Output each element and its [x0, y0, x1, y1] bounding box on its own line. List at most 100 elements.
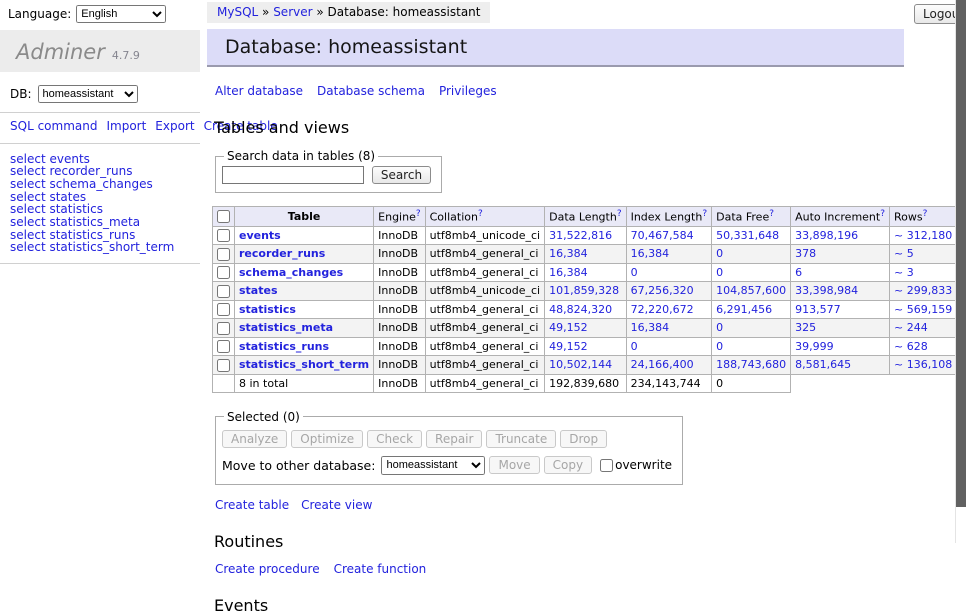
- table-name-link[interactable]: statistics_runs: [239, 340, 329, 353]
- adminer-version[interactable]: 4.7.9: [112, 49, 140, 62]
- column-header-table: Table: [235, 207, 374, 227]
- rows-count-cell: ~ 136,108: [890, 356, 957, 375]
- help-icon[interactable]: ?: [769, 209, 774, 219]
- engine-cell: InnoDB: [374, 300, 425, 319]
- collation-cell: utf8mb4_general_ci: [425, 356, 544, 375]
- table-name-cell: states: [235, 282, 374, 301]
- sidebar-divider: [0, 143, 200, 144]
- sidebar: Language: English Adminer 4.7.9 DB: home…: [0, 0, 200, 264]
- collation-cell: utf8mb4_general_ci: [425, 319, 544, 338]
- search-fieldset: Search data in tables (8) Search: [215, 149, 442, 193]
- engine-cell: InnoDB: [374, 245, 425, 264]
- help-icon[interactable]: ?: [923, 209, 928, 219]
- row-checkbox[interactable]: [217, 248, 230, 261]
- sidebar-item-select-statistics-short-term[interactable]: select statistics_short_term: [10, 241, 200, 254]
- row-checkbox-cell: [213, 337, 235, 356]
- breadcrumb: MySQL » Server » Database: homeassistant: [207, 2, 490, 23]
- column-header-collation: Collation?: [425, 207, 544, 227]
- data-length-cell: 48,824,320: [545, 300, 626, 319]
- search-input[interactable]: [222, 166, 364, 184]
- row-checkbox[interactable]: [217, 229, 230, 242]
- link-create-function[interactable]: Create function: [334, 562, 427, 576]
- row-checkbox[interactable]: [217, 340, 230, 353]
- main-content: MySQL » Server » Database: homeassistant…: [207, 0, 956, 615]
- table-name-link[interactable]: states: [239, 284, 278, 297]
- scrollbar-thumb[interactable]: [956, 0, 966, 507]
- table-name-link[interactable]: statistics_meta: [239, 321, 333, 334]
- nav-link-import[interactable]: Import: [106, 119, 146, 133]
- action-link-alter-database[interactable]: Alter database: [215, 84, 303, 98]
- language-row: Language: English: [0, 0, 200, 23]
- analyze-button: Analyze: [222, 430, 287, 448]
- data-free-cell: 0: [712, 319, 791, 338]
- table-name-link[interactable]: schema_changes: [239, 266, 343, 279]
- adminer-logo[interactable]: Adminer: [16, 40, 105, 64]
- select-all-checkbox[interactable]: [217, 210, 230, 223]
- table-name-cell: recorder_runs: [235, 245, 374, 264]
- help-icon[interactable]: ?: [416, 209, 421, 219]
- auto-increment-cell: 39,999: [791, 337, 890, 356]
- nav-link-sql-command[interactable]: SQL command: [10, 119, 97, 133]
- search-button[interactable]: Search: [372, 166, 431, 184]
- action-link-database-schema[interactable]: Database schema: [317, 84, 425, 98]
- scrollbar[interactable]: [955, 0, 966, 543]
- sidebar-table-links: select eventsselect recorder_runsselect …: [10, 153, 200, 255]
- help-icon[interactable]: ?: [617, 209, 622, 219]
- row-checkbox[interactable]: [217, 285, 230, 298]
- help-icon[interactable]: ?: [880, 209, 885, 219]
- sidebar-item-select-statistics-meta[interactable]: select statistics_meta: [10, 216, 200, 229]
- footer-data-length: 192,839,680: [545, 374, 626, 392]
- overwrite-wrap: overwrite: [600, 458, 672, 472]
- link-create-view[interactable]: Create view: [301, 498, 372, 512]
- link-create-table[interactable]: Create table: [215, 498, 289, 512]
- footer-collation: utf8mb4_general_ci: [425, 374, 544, 392]
- row-checkbox[interactable]: [217, 303, 230, 316]
- truncate-button: Truncate: [486, 430, 556, 448]
- nav-link-export[interactable]: Export: [155, 119, 194, 133]
- data-length-cell: 49,152: [545, 337, 626, 356]
- create-links: Create table Create view: [215, 498, 956, 512]
- sidebar-item-select-recorder-runs[interactable]: select recorder_runs: [10, 165, 200, 178]
- data-free-cell: 0: [712, 245, 791, 264]
- breadcrumb-link[interactable]: MySQL: [217, 5, 258, 19]
- data-length-cell: 31,522,816: [545, 226, 626, 245]
- help-icon[interactable]: ?: [702, 209, 707, 219]
- rows-count-cell: ~ 299,833: [890, 282, 957, 301]
- column-header-rows: Rows?: [890, 207, 957, 227]
- header-checkbox-cell: [213, 207, 235, 227]
- row-checkbox-cell: [213, 245, 235, 264]
- column-header-engine: Engine?: [374, 207, 425, 227]
- page-title-text: Database: homeassistant: [225, 36, 467, 58]
- column-label: Data Length: [549, 211, 617, 224]
- table-name-link[interactable]: events: [239, 229, 281, 242]
- help-icon[interactable]: ?: [478, 209, 483, 219]
- selected-fieldset: Selected (0) AnalyzeOptimizeCheckRepairT…: [215, 410, 683, 485]
- overwrite-checkbox[interactable]: [600, 459, 613, 472]
- table-name-cell: statistics_meta: [235, 319, 374, 338]
- auto-increment-cell: 325: [791, 319, 890, 338]
- index-length-cell: 72,220,672: [626, 300, 712, 319]
- table-name-link[interactable]: statistics_short_term: [239, 358, 369, 371]
- collation-cell: utf8mb4_unicode_ci: [425, 282, 544, 301]
- breadcrumb-link[interactable]: Server: [273, 5, 312, 19]
- table-name-cell: events: [235, 226, 374, 245]
- table-name-link[interactable]: statistics: [239, 303, 296, 316]
- footer-empty-cell: [213, 374, 235, 392]
- table-row: schema_changesInnoDButf8mb4_general_ci16…: [213, 263, 966, 282]
- auto-increment-cell: 33,898,196: [791, 226, 890, 245]
- action-link-privileges[interactable]: Privileges: [439, 84, 497, 98]
- table-name-link[interactable]: recorder_runs: [239, 247, 325, 260]
- language-select[interactable]: English: [76, 5, 166, 23]
- overwrite-label: overwrite: [615, 458, 672, 472]
- move-db-select[interactable]: homeassistant: [381, 456, 485, 475]
- engine-cell: InnoDB: [374, 319, 425, 338]
- auto-increment-cell: 33,398,984: [791, 282, 890, 301]
- row-checkbox[interactable]: [217, 322, 230, 335]
- repair-button: Repair: [426, 430, 482, 448]
- sidebar-item-select-schema-changes[interactable]: select schema_changes: [10, 178, 200, 191]
- row-checkbox[interactable]: [217, 359, 230, 372]
- db-select[interactable]: homeassistant: [38, 85, 138, 103]
- row-checkbox[interactable]: [217, 266, 230, 279]
- table-name-cell: schema_changes: [235, 263, 374, 282]
- link-create-procedure[interactable]: Create procedure: [215, 562, 320, 576]
